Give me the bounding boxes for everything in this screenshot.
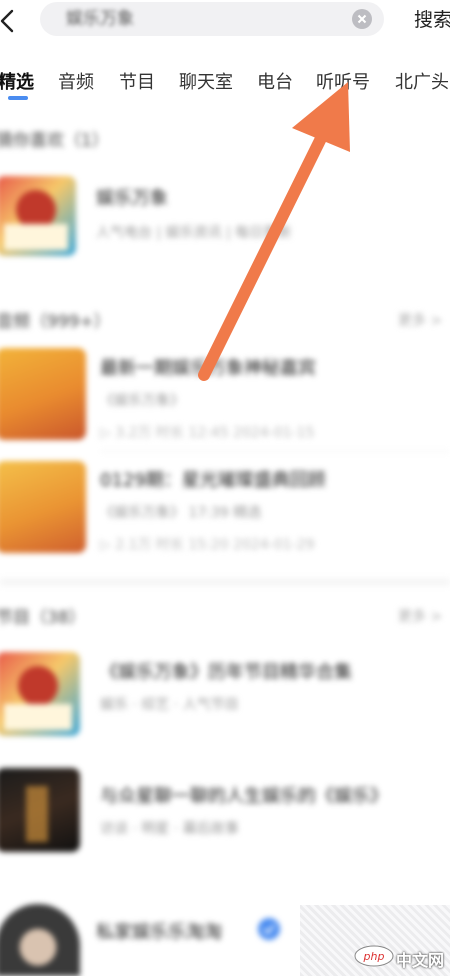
section-title-programs: 节目（38） xyxy=(0,608,86,628)
program-subtitle: 娱乐 · 综艺 · 人气节目 xyxy=(100,697,239,713)
section-gap xyxy=(0,578,450,586)
category-tabs: 精选 音频 节目 聊天室 电台 听听号 北广头 xyxy=(0,60,450,104)
tab-tingting[interactable]: 听听号 xyxy=(316,68,370,94)
watermark-logo: php xyxy=(363,950,385,963)
program-title[interactable]: 与众星聊一聊的人生娱乐的《娱乐》 xyxy=(100,782,388,808)
tab-radio[interactable]: 电台 xyxy=(257,68,293,94)
audio-subtitle: 《娱乐万象》 xyxy=(100,393,184,409)
section-title-audio: 音频（999+） xyxy=(0,312,111,332)
top-bar: 娱乐万象 搜索 xyxy=(0,0,450,46)
program-subtitle: 访谈 · 明星 · 幕后故事 xyxy=(100,821,239,837)
audio-thumbnail[interactable] xyxy=(0,348,86,440)
audio-subtitle: 《娱乐万象》 17:39 精选 xyxy=(100,505,262,521)
search-input[interactable]: 娱乐万象 xyxy=(66,2,356,36)
tab-audio[interactable]: 音频 xyxy=(58,68,94,94)
host-name[interactable]: 私家娱乐乐淘淘 xyxy=(96,918,222,944)
audio-title[interactable]: 最新一期娱乐万象神秘嘉宾 xyxy=(100,354,316,380)
thumbnail-art xyxy=(4,224,68,250)
section-title-top: 猜你喜欢（1） xyxy=(0,131,109,151)
audio-meta: ▷ 3.2万 时长 12:45 2024-01-15 xyxy=(100,425,315,441)
audio-thumbnail[interactable] xyxy=(0,461,86,553)
watermark-text: 中文网 xyxy=(396,951,445,970)
php-logo-icon: php xyxy=(354,945,394,967)
tab-beiguang[interactable]: 北广头 xyxy=(395,68,449,94)
thumbnail-art xyxy=(18,666,58,706)
thumbnail-art xyxy=(4,704,72,730)
audio-title[interactable]: 0129期：星光璀璨盛典回顾 xyxy=(100,466,326,492)
tab-featured[interactable]: 精选 xyxy=(0,68,34,94)
result-thumbnail[interactable] xyxy=(0,176,76,256)
more-audio-link[interactable]: 更多 > xyxy=(398,310,442,330)
more-programs-link[interactable]: 更多 > xyxy=(398,606,442,626)
back-arrow-icon[interactable] xyxy=(0,6,24,36)
program-title[interactable]: 《娱乐万象》历年节目精华合集 xyxy=(100,658,352,684)
active-tab-indicator xyxy=(8,96,28,100)
avatar[interactable] xyxy=(0,904,80,976)
divider xyxy=(100,451,450,452)
watermark: php 中文网 xyxy=(300,905,450,976)
tab-chatroom[interactable]: 聊天室 xyxy=(179,68,233,94)
program-thumbnail[interactable] xyxy=(0,652,80,736)
search-box[interactable]: 娱乐万象 xyxy=(40,2,384,36)
result-subtitle: 人气电台 | 娱乐资讯 | 每日更新 xyxy=(96,225,292,241)
thumbnail-art xyxy=(26,786,48,842)
verified-badge-icon xyxy=(258,918,280,940)
audio-meta: ▷ 2.1万 时长 15:20 2024-01-29 xyxy=(100,537,315,553)
result-title[interactable]: 娱乐万象 xyxy=(96,184,168,210)
tab-programs[interactable]: 节目 xyxy=(119,68,155,94)
clear-icon[interactable] xyxy=(352,9,372,29)
search-button[interactable]: 搜索 xyxy=(414,5,450,32)
program-thumbnail[interactable] xyxy=(0,768,80,852)
